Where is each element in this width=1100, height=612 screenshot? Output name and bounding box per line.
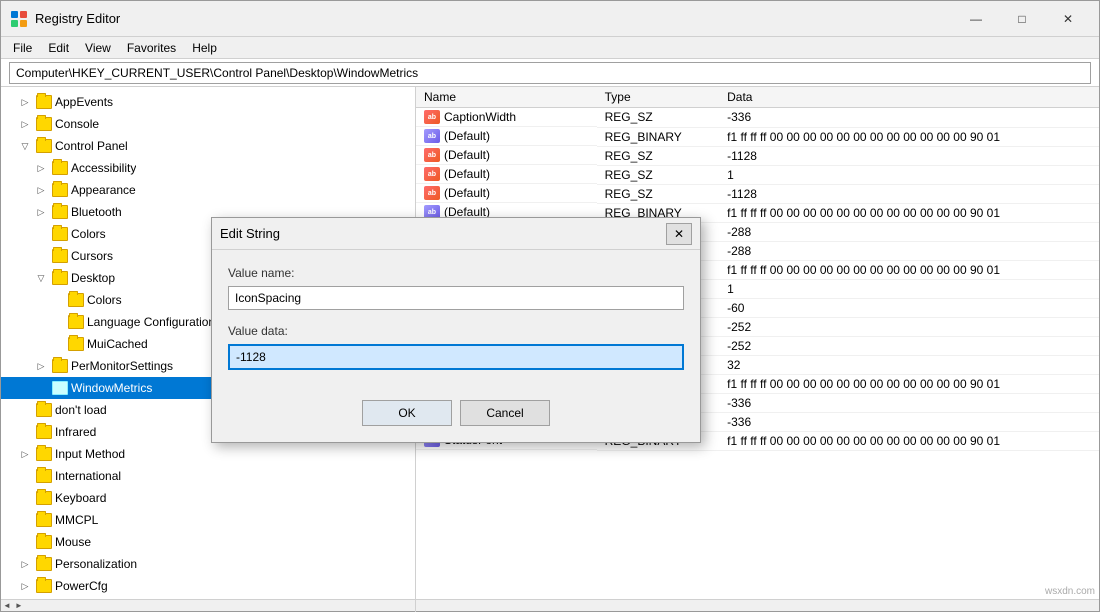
modal-buttons: OK Cancel [228, 400, 684, 426]
ok-button[interactable]: OK [362, 400, 452, 426]
close-button[interactable]: ✕ [1045, 4, 1091, 34]
scroll-right-arrow[interactable]: ► [13, 601, 25, 610]
bottom-scrollbar[interactable]: ◄ ► [1, 599, 1099, 611]
cancel-button[interactable]: Cancel [460, 400, 550, 426]
tree-hscroll[interactable]: ◄ ► [1, 600, 416, 612]
menu-help[interactable]: Help [184, 39, 225, 57]
value-name-input[interactable] [228, 286, 684, 310]
registry-editor-window: Registry Editor — □ ✕ File Edit View Fav… [0, 0, 1100, 612]
scroll-left-arrow[interactable]: ◄ [1, 601, 13, 610]
app-icon [9, 9, 29, 29]
menu-favorites[interactable]: Favorites [119, 39, 184, 57]
menu-file[interactable]: File [5, 39, 40, 57]
window-controls: — □ ✕ [953, 4, 1091, 34]
value-data-label: Value data: [228, 324, 684, 338]
modal-overlay: Edit String ✕ Value name: Value data: OK… [1, 87, 1099, 599]
window-title: Registry Editor [35, 11, 953, 26]
address-input[interactable] [9, 62, 1091, 84]
title-bar: Registry Editor — □ ✕ [1, 1, 1099, 37]
value-data-input[interactable] [228, 344, 684, 370]
modal-close-button[interactable]: ✕ [666, 223, 692, 245]
modal-title-bar: Edit String ✕ [212, 218, 700, 250]
modal-body: Value name: Value data: OK Cancel [212, 250, 700, 442]
values-hscroll[interactable] [416, 600, 1099, 612]
menu-view[interactable]: View [77, 39, 119, 57]
menu-edit[interactable]: Edit [40, 39, 77, 57]
menu-bar: File Edit View Favorites Help [1, 37, 1099, 59]
value-name-label: Value name: [228, 266, 684, 280]
maximize-button[interactable]: □ [999, 4, 1045, 34]
main-content: ▷ AppEvents ▷ Console ▽ Control Panel ▷ … [1, 87, 1099, 599]
edit-string-dialog: Edit String ✕ Value name: Value data: OK… [211, 217, 701, 443]
address-bar [1, 59, 1099, 87]
modal-title: Edit String [220, 226, 666, 241]
minimize-button[interactable]: — [953, 4, 999, 34]
